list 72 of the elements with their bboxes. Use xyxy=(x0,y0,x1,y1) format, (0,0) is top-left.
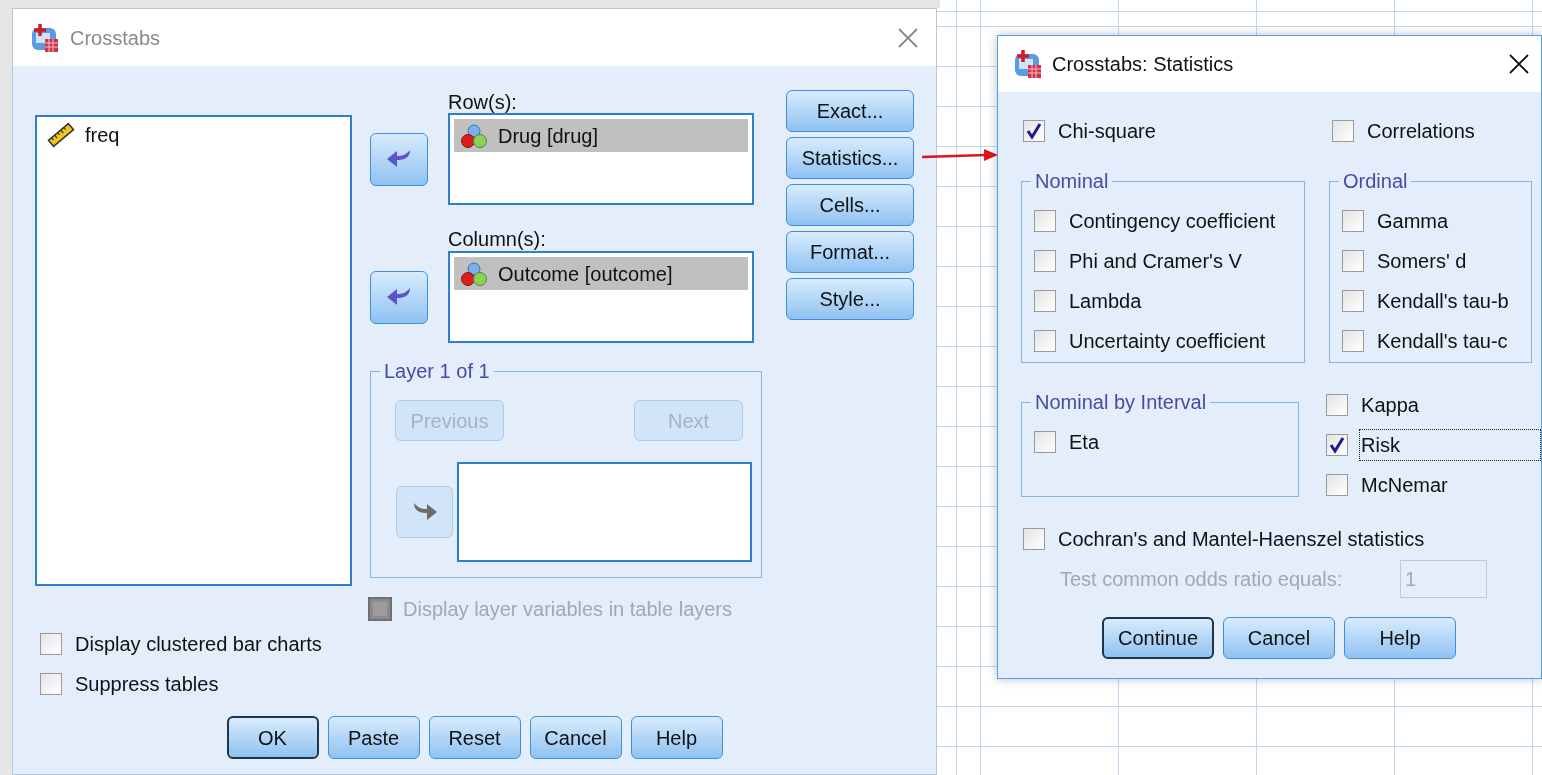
row-variable-list[interactable]: Drug [drug] xyxy=(448,113,754,205)
dialog-button[interactable]: OK xyxy=(226,716,319,759)
checkbox[interactable] xyxy=(40,633,62,655)
dialog-button[interactable]: Cancel xyxy=(1223,617,1335,659)
arrow-left-icon xyxy=(386,148,412,170)
checkbox-label: Correlations xyxy=(1366,119,1476,144)
column-variable-list[interactable]: Outcome [outcome] xyxy=(448,251,754,343)
checkbox[interactable] xyxy=(40,673,62,695)
dialog-button[interactable]: Paste xyxy=(327,716,420,759)
nominal-variable-icon xyxy=(460,260,488,287)
checkbox-label: Kendall's tau-c xyxy=(1376,329,1509,354)
window-title: Crosstabs xyxy=(70,25,161,51)
checkbox-label: Cochran's and Mantel-Haenszel statistics xyxy=(1057,527,1426,552)
variable-item[interactable]: freq xyxy=(41,118,346,151)
checkbox-label: Suppress tables xyxy=(74,672,220,697)
move-button[interactable] xyxy=(370,132,428,186)
checkbox[interactable] xyxy=(1034,330,1056,352)
checkbox-label: Lambda xyxy=(1068,289,1143,314)
checkbox[interactable] xyxy=(1023,120,1045,142)
dialog-button[interactable]: Cancel xyxy=(529,716,622,759)
checkbox-label: Display clustered bar charts xyxy=(74,632,323,657)
field-label: Test common odds ratio equals: xyxy=(1060,567,1344,592)
checkbox[interactable] xyxy=(1326,394,1349,416)
checkbox[interactable] xyxy=(1023,528,1045,550)
checkmark-icon xyxy=(1025,122,1043,140)
dialog-button[interactable]: Continue xyxy=(1102,617,1214,659)
checkbox[interactable] xyxy=(1034,290,1056,312)
checkbox-label: Risk xyxy=(1359,429,1541,461)
app-icon xyxy=(30,22,60,53)
checkbox[interactable] xyxy=(1034,250,1056,272)
checkbox[interactable] xyxy=(1326,474,1349,496)
checkbox-label: Contingency coefficient xyxy=(1068,209,1277,234)
checkbox-label: Phi and Cramer's V xyxy=(1068,249,1243,274)
checkbox-label: Gamma xyxy=(1376,209,1450,234)
dialog-button[interactable]: Help xyxy=(1344,617,1456,659)
checkbox-label: Uncertainty coefficient xyxy=(1068,329,1267,354)
checkmark-icon xyxy=(1328,436,1347,454)
variable-item[interactable]: Drug [drug] xyxy=(454,119,748,152)
checkbox[interactable] xyxy=(1034,210,1056,232)
checkbox[interactable] xyxy=(1342,250,1364,272)
checkbox[interactable] xyxy=(1342,330,1364,352)
checkbox-label: Kendall's tau-b xyxy=(1376,289,1510,314)
dialog-button[interactable]: Cells... xyxy=(786,184,914,226)
checkbox-label: Somers' d xyxy=(1376,249,1468,274)
nominal-variable-icon xyxy=(460,122,488,149)
arrow-right-icon xyxy=(411,501,438,523)
field-label: Row(s): xyxy=(448,92,518,113)
variable-list[interactable]: freq xyxy=(35,115,352,586)
close-icon[interactable] xyxy=(1509,54,1529,74)
checkbox-label: Chi-square xyxy=(1057,119,1157,144)
dialog-button[interactable]: Exact... xyxy=(786,90,914,132)
dialog-button[interactable]: Reset xyxy=(428,716,521,759)
layer-variable-list[interactable] xyxy=(457,462,752,562)
dialog-button[interactable]: Style... xyxy=(786,278,914,320)
move-button[interactable] xyxy=(370,270,428,324)
dialog-button[interactable]: Statistics... xyxy=(786,137,914,179)
field-label: Column(s): xyxy=(448,227,547,251)
dialog-button[interactable]: Format... xyxy=(786,231,914,273)
checkbox[interactable] xyxy=(1342,210,1364,232)
variable-item[interactable]: Outcome [outcome] xyxy=(454,257,748,290)
window-title: Crosstabs: Statistics xyxy=(1052,52,1234,77)
checkbox[interactable] xyxy=(1326,434,1349,456)
app-icon xyxy=(1013,49,1043,79)
checkbox[interactable] xyxy=(1332,120,1354,142)
checkbox-label: McNemar xyxy=(1360,473,1449,498)
checkbox[interactable] xyxy=(1034,431,1056,453)
dialog-button[interactable]: Help xyxy=(630,716,723,759)
checkbox-label: Kappa xyxy=(1360,393,1420,418)
checkbox[interactable] xyxy=(1342,290,1364,312)
checkbox-label: Eta xyxy=(1068,430,1101,455)
checkbox-label: Display layer variables in table layers xyxy=(403,597,733,622)
arrow-left-icon xyxy=(386,286,412,308)
